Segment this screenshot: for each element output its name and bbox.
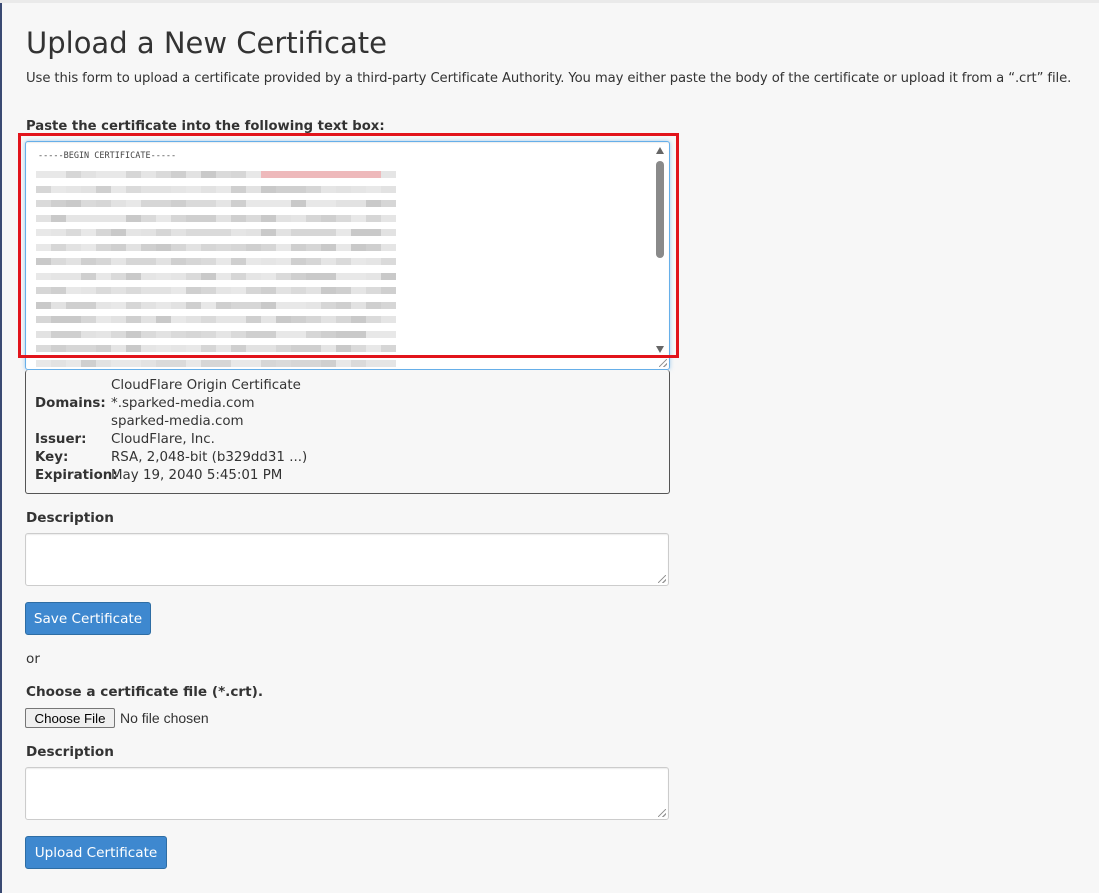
- save-certificate-button[interactable]: Save Certificate: [25, 602, 151, 635]
- issuer-label: Issuer:: [35, 432, 87, 447]
- upload-certificate-button[interactable]: Upload Certificate: [25, 836, 167, 869]
- paste-certificate-label: Paste the certificate into the following…: [26, 119, 385, 134]
- redacted-line: [36, 214, 396, 222]
- redacted-line: [36, 185, 396, 193]
- certificate-begin-line: -----BEGIN CERTIFICATE-----: [38, 151, 177, 161]
- description-input[interactable]: [25, 533, 669, 586]
- certificate-name: CloudFlare Origin Certificate: [111, 378, 301, 393]
- redacted-line: [36, 272, 396, 280]
- file-status-text: No file chosen: [120, 710, 209, 726]
- domains-label: Domains:: [35, 396, 106, 411]
- key-value: RSA, 2,048-bit (b329dd31 ...): [111, 450, 308, 465]
- choose-file-button[interactable]: Choose File: [25, 708, 115, 728]
- redacted-line: [36, 243, 396, 251]
- expiration-value: May 19, 2040 5:45:01 PM: [111, 468, 283, 483]
- textarea-scrollbar[interactable]: [655, 147, 666, 353]
- domain-item: *.sparked-media.com: [111, 396, 255, 411]
- redacted-line: [36, 359, 396, 367]
- redacted-line: [36, 200, 396, 207]
- intro-text: Use this form to upload a certificate pr…: [26, 71, 1072, 86]
- resize-grip-icon[interactable]: [658, 575, 666, 583]
- expiration-label: Expiration:: [35, 468, 118, 483]
- scroll-up-arrow-icon[interactable]: [656, 147, 664, 154]
- redacted-line: [36, 330, 396, 338]
- description-label: Description: [26, 510, 114, 526]
- left-border: [0, 0, 2, 893]
- upload-description-input[interactable]: [25, 767, 669, 820]
- key-label: Key:: [35, 450, 69, 465]
- redacted-line: [36, 301, 396, 309]
- redacted-line: [36, 171, 396, 178]
- description-label: Description: [26, 744, 114, 760]
- certificate-details-panel: CloudFlare Origin Certificate Domains: *…: [25, 370, 670, 494]
- scroll-thumb[interactable]: [656, 161, 664, 258]
- issuer-value: CloudFlare, Inc.: [111, 432, 215, 447]
- redacted-line: [36, 287, 396, 294]
- choose-file-label: Choose a certificate file (*.crt).: [26, 684, 263, 700]
- or-separator: or: [26, 651, 40, 667]
- page-title: Upload a New Certificate: [26, 26, 387, 60]
- resize-grip-icon[interactable]: [659, 359, 667, 367]
- redacted-line: [36, 258, 396, 265]
- resize-grip-icon[interactable]: [658, 809, 666, 817]
- redacted-line: [36, 316, 396, 323]
- scroll-down-arrow-icon[interactable]: [656, 346, 664, 353]
- redacted-line: [36, 345, 396, 352]
- top-border: [0, 0, 1099, 3]
- certificate-textarea[interactable]: -----BEGIN CERTIFICATE-----: [25, 141, 670, 370]
- domain-item: sparked-media.com: [111, 414, 244, 429]
- redacted-line: [36, 229, 396, 236]
